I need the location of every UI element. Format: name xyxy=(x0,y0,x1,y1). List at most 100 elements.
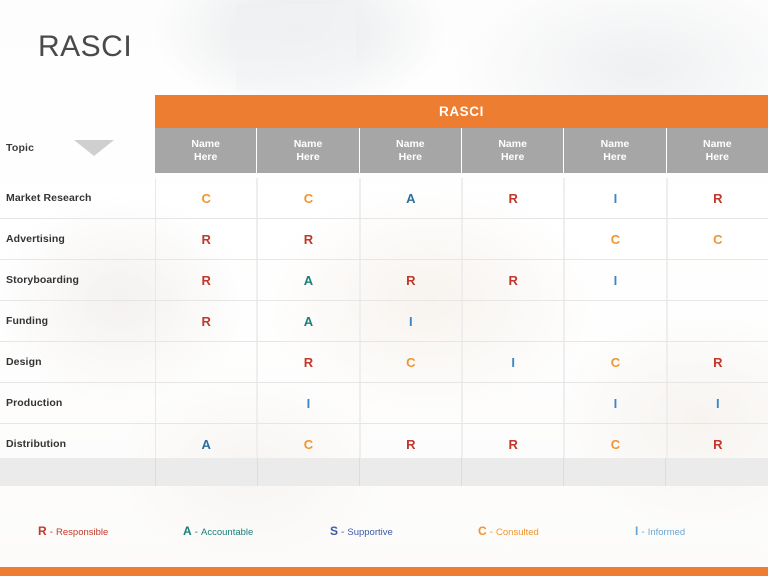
matrix-cell[interactable]: C xyxy=(257,178,360,218)
legend-dash: - xyxy=(194,527,199,538)
column-header-line2: Here xyxy=(500,150,525,163)
table-row: Market Research C C A R I R xyxy=(0,178,768,219)
column-header-line2: Here xyxy=(398,150,422,163)
matrix-cell[interactable]: I xyxy=(359,301,462,341)
row-label[interactable]: Advertising xyxy=(0,219,155,259)
matrix-cell[interactable] xyxy=(461,219,565,259)
row-label[interactable]: Funding xyxy=(0,301,155,341)
legend-dash: - xyxy=(489,527,494,538)
column-header-line2: Here xyxy=(603,150,627,163)
legend-key: S xyxy=(330,524,339,538)
matrix-cell[interactable]: R xyxy=(666,342,768,382)
column-header-1[interactable]: Name Here xyxy=(155,128,258,173)
legend-key: I xyxy=(635,524,639,538)
legend-item-a: A - Accountable xyxy=(183,524,253,538)
matrix-cell[interactable] xyxy=(564,301,667,341)
legend-dash: - xyxy=(49,527,54,538)
column-header-line2: Here xyxy=(296,150,320,163)
table-row: Advertising R R C C xyxy=(0,219,768,260)
column-header-line1: Name xyxy=(498,137,527,150)
matrix-cell[interactable]: I xyxy=(564,260,667,300)
matrix-cell[interactable] xyxy=(461,301,565,341)
legend-label: Responsible xyxy=(56,527,109,538)
table-row: Funding R A I xyxy=(0,301,768,342)
matrix-cell[interactable]: I xyxy=(461,342,565,382)
column-header-line1: Name xyxy=(293,137,323,150)
row-label[interactable]: Design xyxy=(0,342,155,382)
matrix-cell[interactable]: I xyxy=(257,383,360,423)
matrix-banner: RASCI xyxy=(155,95,768,128)
table-row: Storyboarding R A R R I xyxy=(0,260,768,301)
legend-dash: - xyxy=(641,527,645,538)
matrix-cell[interactable]: C xyxy=(155,178,258,218)
legend-item-i: I - Informed xyxy=(635,524,685,538)
background-shape xyxy=(236,4,356,90)
legend-item-c: C - Consulted xyxy=(478,524,539,538)
column-header-row: Name Here Name Here Name Here Name Here Name Here… xyxy=(155,128,768,173)
matrix-cell[interactable]: R xyxy=(155,219,258,259)
matrix-cell[interactable]: A xyxy=(359,178,462,218)
matrix-cell[interactable]: R xyxy=(359,260,462,300)
matrix-cell[interactable]: A xyxy=(257,260,360,300)
legend-label: Consulted xyxy=(496,527,539,538)
row-label[interactable]: Market Research xyxy=(0,178,155,218)
matrix-footer-strip xyxy=(0,458,768,486)
matrix-cell[interactable]: C xyxy=(564,219,667,259)
column-header-line1: Name xyxy=(600,137,630,150)
column-header-5[interactable]: Name Here xyxy=(564,128,667,173)
matrix-cell[interactable]: R xyxy=(461,178,565,218)
column-header-line2: Here xyxy=(705,150,729,163)
legend-key: A xyxy=(183,524,192,538)
column-header-2[interactable]: Name Here xyxy=(257,128,360,173)
column-header-line1: Name xyxy=(703,137,732,150)
row-cells: RR CC xyxy=(155,219,768,259)
topic-header-cell: Topic xyxy=(0,118,155,178)
row-label[interactable]: Storyboarding xyxy=(0,260,155,300)
matrix-cell[interactable]: A xyxy=(257,301,360,341)
row-cells: RCICR xyxy=(155,342,768,382)
column-header-line1: Name xyxy=(191,137,220,150)
column-header-4[interactable]: Name Here xyxy=(462,128,565,173)
matrix-cell[interactable]: I xyxy=(564,178,667,218)
matrix-cell[interactable] xyxy=(461,383,565,423)
row-label[interactable]: Production xyxy=(0,383,155,423)
matrix-cell[interactable]: C xyxy=(666,219,768,259)
column-header-line2: Here xyxy=(193,150,218,163)
matrix-cell[interactable] xyxy=(666,301,768,341)
column-header-3[interactable]: Name Here xyxy=(360,128,462,173)
matrix-cell[interactable]: R xyxy=(257,219,360,259)
matrix-cell[interactable]: C xyxy=(359,342,462,382)
matrix-cell[interactable]: R xyxy=(155,301,258,341)
row-cells: RARRI xyxy=(155,260,768,300)
legend-dash: - xyxy=(341,527,345,538)
matrix-cell[interactable] xyxy=(359,383,462,423)
matrix-cell[interactable]: C xyxy=(564,342,667,382)
bottom-accent-bar xyxy=(0,567,768,576)
matrix-cell[interactable] xyxy=(359,219,462,259)
matrix-cell[interactable]: R xyxy=(461,260,565,300)
matrix-cell[interactable]: I xyxy=(666,383,768,423)
legend-label: Accountable xyxy=(201,527,254,538)
matrix-cell[interactable] xyxy=(155,383,258,423)
matrix-body: Market Research C C A R I R Advertising R R C C Stor… xyxy=(0,178,768,465)
column-header-6[interactable]: Name Here xyxy=(667,128,768,173)
matrix-cell[interactable]: I xyxy=(564,383,667,423)
legend-key: C xyxy=(478,524,487,538)
matrix-cell[interactable]: R xyxy=(257,342,360,382)
rasci-matrix-header: RASCI Name Here Name Here Name Here Name Here Na… xyxy=(155,95,768,173)
column-header-line1: Name xyxy=(396,137,425,150)
matrix-cell[interactable] xyxy=(155,342,258,382)
matrix-cell[interactable] xyxy=(666,260,768,300)
topic-label: Topic xyxy=(6,142,35,154)
matrix-cell[interactable]: R xyxy=(666,178,768,218)
table-row: Production I I I xyxy=(0,383,768,424)
row-cells: RAI xyxy=(155,301,768,341)
legend-key: R xyxy=(38,524,47,538)
legend-label: Supportive xyxy=(347,527,393,538)
legend-item-r: R - Responsible xyxy=(38,524,108,538)
matrix-cell[interactable]: R xyxy=(155,260,258,300)
page-title: RASCI xyxy=(38,30,133,63)
legend-item-s: S - Supportive xyxy=(330,524,393,538)
legend-label: Informed xyxy=(647,527,686,538)
table-row: Design R C I C R xyxy=(0,342,768,383)
